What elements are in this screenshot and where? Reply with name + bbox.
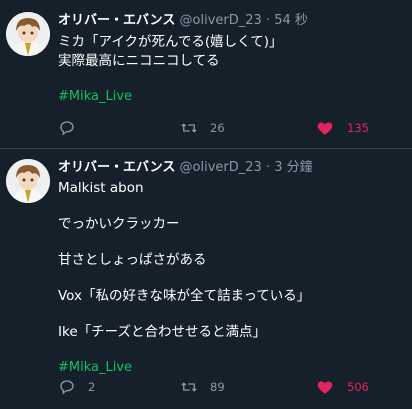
tweet-text-line: でっかいクラッカー [58,216,180,232]
avatar[interactable] [6,12,50,56]
like-button[interactable]: 135 [316,118,369,138]
retweet-button[interactable]: 89 [180,377,225,397]
tweet-text-line: Malkist abon [58,180,144,196]
author-name[interactable]: オリバー・エバンス [58,13,175,28]
reply-icon [60,121,74,136]
like-count: 135 [347,121,369,135]
tweet-actions: 2 89 506 [58,377,412,397]
hashtag-link[interactable]: #Mika_Live [58,359,404,377]
author-handle[interactable]: @oliverD_23 [180,13,262,28]
avatar[interactable] [6,159,50,203]
like-button[interactable]: 506 [316,377,369,397]
heart-icon [317,381,333,394]
tweet-text-line: 甘さとしょっぱさがある [58,252,207,268]
reply-icon [60,380,74,395]
separator: · [265,160,271,175]
reply-button[interactable] [58,118,88,138]
tweet[interactable]: オリバー・エバンス @oliverD_23 · 54 秒 ミカ「アイクが死んでる… [0,0,412,149]
tweet-text-line: ミカ「アイクが死んでる(嬉しくて)」 [58,34,283,50]
tweet-actions: 26 135 [58,118,412,138]
retweet-count: 89 [210,380,225,394]
reply-button[interactable]: 2 [58,377,95,397]
timestamp[interactable]: 54 秒 [274,13,308,28]
tweet-text-line: 実際最高にニコニコしてる [58,53,220,69]
author-handle[interactable]: @oliverD_23 [180,160,262,175]
author-name[interactable]: オリバー・エバンス [58,160,175,175]
tweet-text-line: Ike「チーズと合わせせると満点」 [58,324,266,340]
heart-icon [317,122,333,135]
hashtag-link[interactable]: #Mika_Live [58,88,404,106]
reply-count: 2 [88,380,96,394]
tweet-header: オリバー・エバンス @oliverD_23 · 3 分鐘 [58,159,404,177]
retweet-icon [181,123,197,133]
separator: · [265,13,271,28]
retweet-count: 26 [210,121,225,135]
retweet-button[interactable]: 26 [180,118,225,138]
like-count: 506 [347,380,369,394]
tweet-text-line: Vox「私の好きな味が全て詰まっている」 [58,288,311,304]
retweet-icon [181,382,197,392]
tweet[interactable]: オリバー・エバンス @oliverD_23 · 3 分鐘 Malkist abo… [0,149,412,409]
tweet-header: オリバー・エバンス @oliverD_23 · 54 秒 [58,12,404,30]
timestamp[interactable]: 3 分鐘 [274,160,312,175]
